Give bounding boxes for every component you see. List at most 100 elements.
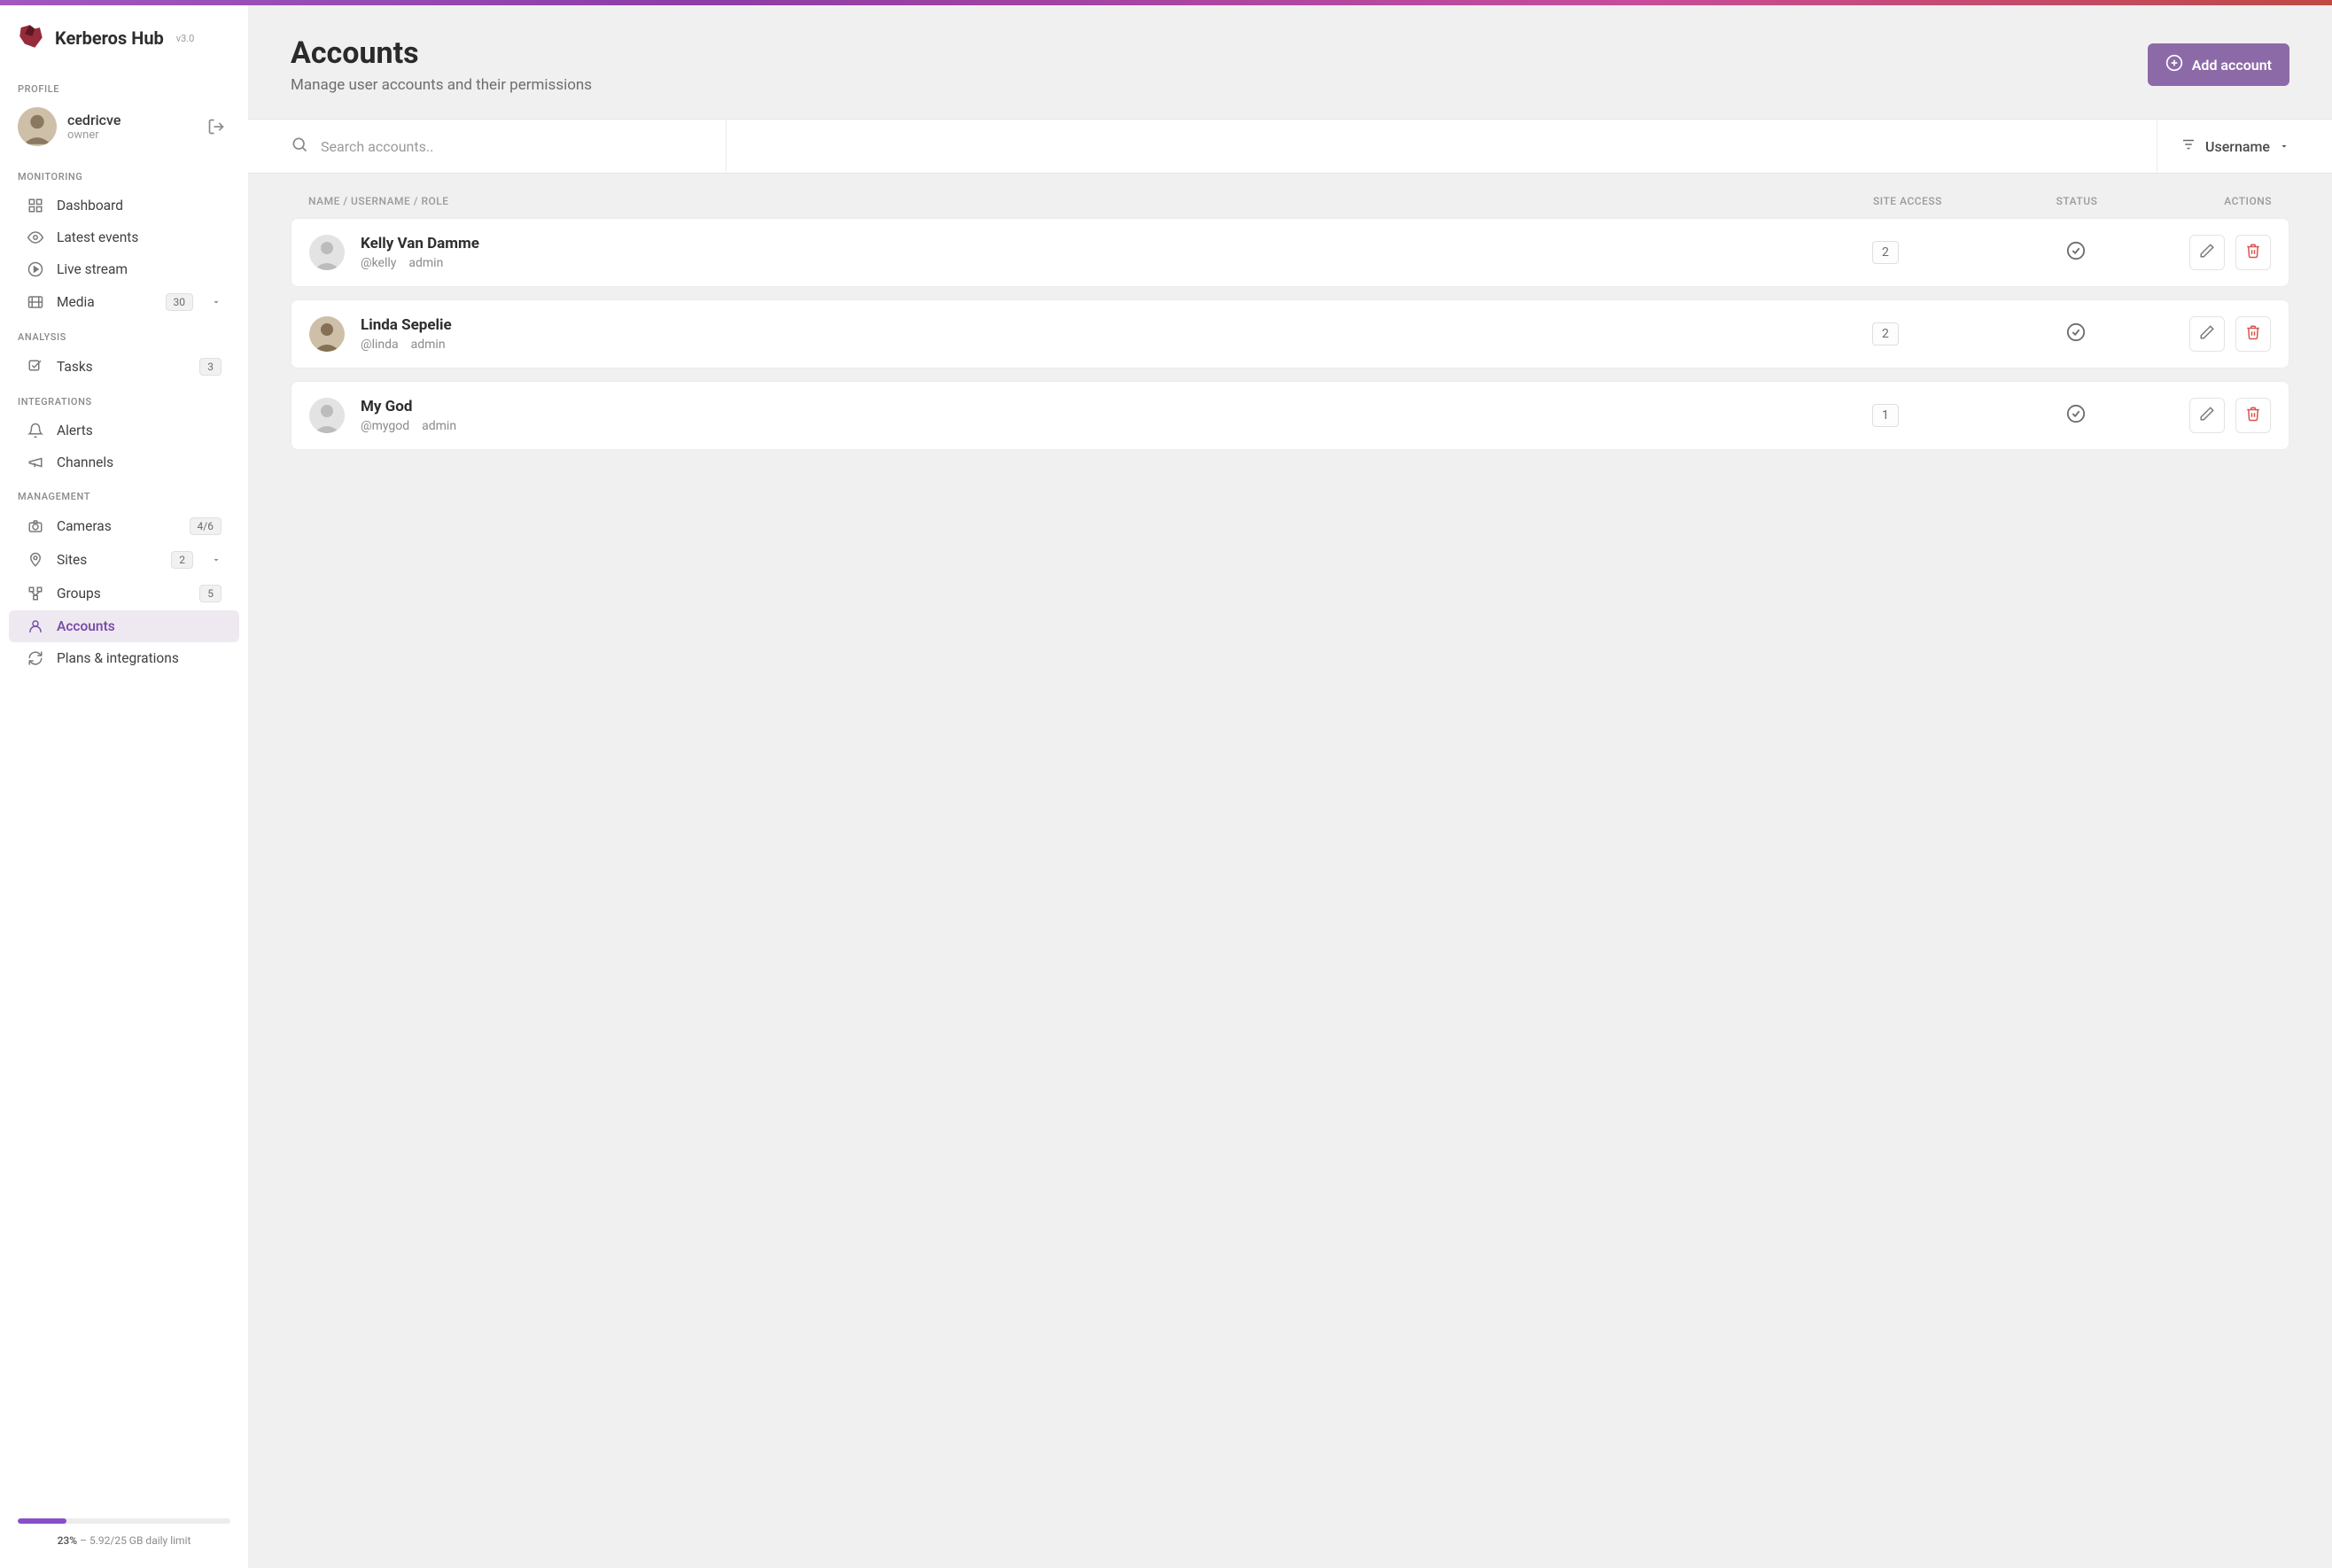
table-header: NAME / USERNAME / ROLE SITE ACCESS STATU… [291, 174, 2289, 218]
account-username: @mygod [361, 419, 409, 433]
trash-icon [2245, 243, 2261, 262]
sidebar-item-label: Alerts [57, 423, 222, 439]
site-access-badge: 2 [1872, 241, 1899, 264]
section-monitoring: MONITORING [0, 159, 248, 190]
sidebar-item-media[interactable]: Media 30 [9, 285, 239, 319]
sidebar-item-plans[interactable]: Plans & integrations [9, 642, 239, 674]
pencil-icon [2199, 406, 2215, 425]
search-input[interactable] [321, 138, 701, 155]
edit-button[interactable] [2189, 235, 2225, 270]
account-info: Linda Sepelie @linda admin [361, 316, 1872, 352]
sidebar-item-dashboard[interactable]: Dashboard [9, 190, 239, 221]
megaphone-icon [27, 454, 44, 470]
trash-icon [2245, 324, 2261, 344]
sort-label: Username [2205, 138, 2270, 155]
account-site-access: 2 [1872, 322, 2014, 345]
sidebar-item-label: Channels [57, 454, 222, 470]
edit-button[interactable] [2189, 398, 2225, 433]
sidebar-item-label: Live stream [57, 261, 222, 277]
profile-role: owner [67, 128, 191, 142]
usage-percent: 23% [58, 1534, 78, 1547]
sidebar-item-groups[interactable]: Groups 5 [9, 577, 239, 610]
sidebar-badge: 30 [166, 293, 194, 311]
toolbar: Username [248, 119, 2332, 174]
account-row[interactable]: Linda Sepelie @linda admin 2 [291, 299, 2289, 369]
sidebar-item-channels[interactable]: Channels [9, 446, 239, 478]
account-name: My God [361, 398, 1872, 415]
grid-icon [27, 198, 44, 213]
checkbox-icon [27, 359, 44, 375]
trash-icon [2245, 406, 2261, 425]
account-site-access: 2 [1872, 241, 2014, 264]
sort-dropdown[interactable]: Username [2157, 120, 2332, 173]
chevron-down-icon[interactable] [211, 555, 222, 565]
plus-circle-icon [2165, 54, 2183, 75]
sidebar-item-label: Tasks [57, 359, 187, 375]
profile-info: cedricve owner [67, 112, 191, 142]
account-role: admin [411, 338, 446, 352]
sidebar-badge: 3 [199, 358, 222, 376]
account-row[interactable]: Kelly Van Damme@kellyadmin2 [291, 218, 2289, 287]
account-username: @linda [361, 338, 399, 352]
sidebar-item-label: Sites [57, 552, 159, 568]
profile-name: cedricve [67, 112, 191, 128]
usage-text: 23% – 5.92/25 GB daily limit [18, 1534, 230, 1547]
account-name: Linda Sepelie [361, 316, 1872, 334]
sidebar-item-cameras[interactable]: Cameras 4/6 [9, 509, 239, 543]
avatar [309, 316, 345, 352]
sidebar-badge: 5 [199, 585, 222, 602]
check-circle-icon [2066, 241, 2086, 264]
sidebar-item-sites[interactable]: Sites 2 [9, 543, 239, 577]
delete-button[interactable] [2235, 398, 2271, 433]
account-site-access: 1 [1872, 404, 2014, 427]
site-access-badge: 1 [1872, 404, 1899, 427]
brand-name: Kerberos Hub [55, 27, 164, 49]
avatar [309, 398, 345, 433]
sidebar-badge: 2 [171, 551, 193, 569]
delete-button[interactable] [2235, 235, 2271, 270]
user-icon [27, 618, 44, 634]
network-icon [27, 586, 44, 602]
site-access-badge: 2 [1872, 322, 1899, 345]
col-status: STATUS [2015, 195, 2139, 207]
logout-button[interactable] [202, 113, 230, 141]
avatar [309, 235, 345, 270]
section-profile: PROFILE [0, 71, 248, 102]
account-role: admin [408, 256, 443, 270]
page-header: Accounts Manage user accounts and their … [291, 35, 2289, 94]
page-subtitle: Manage user accounts and their permissio… [291, 76, 592, 94]
filter-icon [2180, 136, 2196, 156]
account-status [2014, 404, 2138, 427]
sidebar-badge: 4/6 [190, 517, 222, 535]
usage-progress-fill [18, 1518, 66, 1524]
sidebar-item-accounts[interactable]: Accounts [9, 610, 239, 642]
account-status [2014, 322, 2138, 345]
sidebar-item-tasks[interactable]: Tasks 3 [9, 350, 239, 384]
camera-icon [27, 518, 44, 534]
sidebar-item-label: Dashboard [57, 198, 222, 213]
col-access: SITE ACCESS [1873, 195, 2015, 207]
sidebar-item-label: Media [57, 294, 153, 310]
search-wrap[interactable] [248, 120, 727, 173]
chevron-down-icon[interactable] [211, 297, 222, 307]
account-username: @kelly [361, 256, 396, 270]
film-icon [27, 294, 44, 310]
sidebar-item-latest-events[interactable]: Latest events [9, 221, 239, 253]
profile-row[interactable]: cedricve owner [0, 102, 248, 159]
brand[interactable]: Kerberos Hub v3.0 [0, 18, 248, 71]
eye-icon [27, 229, 44, 245]
sidebar-item-live-stream[interactable]: Live stream [9, 253, 239, 285]
sidebar-item-label: Cameras [57, 518, 177, 534]
main: Accounts Manage user accounts and their … [248, 0, 2332, 1568]
delete-button[interactable] [2235, 316, 2271, 352]
brand-version: v3.0 [176, 33, 195, 44]
pencil-icon [2199, 324, 2215, 344]
add-account-button[interactable]: Add account [2148, 43, 2289, 86]
account-row[interactable]: My God@mygodadmin1 [291, 381, 2289, 450]
page-title: Accounts [291, 35, 592, 71]
section-management: MANAGEMENT [0, 478, 248, 509]
edit-button[interactable] [2189, 316, 2225, 352]
sidebar-footer: 23% – 5.92/25 GB daily limit [0, 1510, 248, 1568]
sidebar-item-label: Groups [57, 586, 187, 602]
sidebar-item-alerts[interactable]: Alerts [9, 415, 239, 446]
